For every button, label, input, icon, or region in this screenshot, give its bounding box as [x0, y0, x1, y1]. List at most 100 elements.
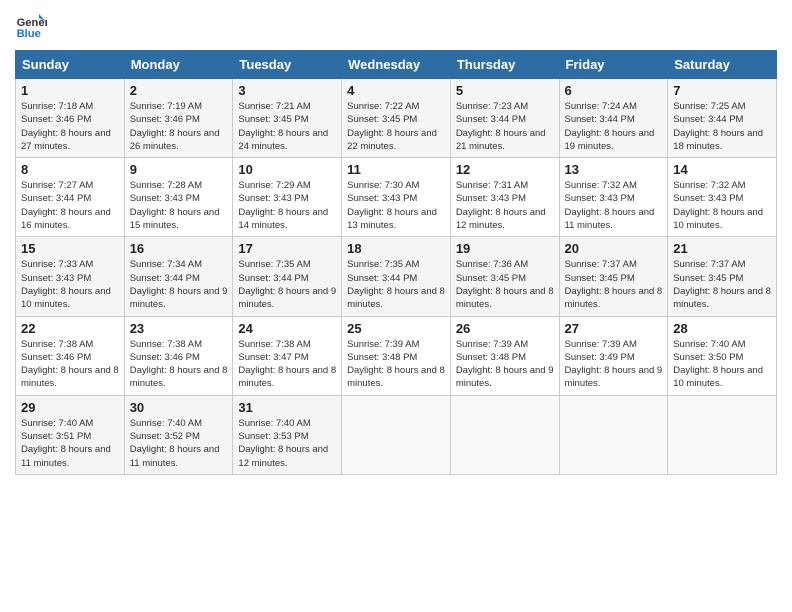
day-info: Sunrise: 7:23 AM Sunset: 3:44 PM Dayligh… [456, 100, 554, 153]
day-number: 24 [238, 321, 336, 336]
weekday-header-tuesday: Tuesday [233, 51, 342, 79]
calendar-week-1: 1 Sunrise: 7:18 AM Sunset: 3:46 PM Dayli… [16, 79, 777, 158]
sunset-label: Sunset: 3:52 PM [130, 431, 200, 442]
sunrise-label: Sunrise: 7:33 AM [21, 259, 93, 270]
daylight-label: Daylight: 8 hours and 11 minutes. [21, 444, 111, 468]
sunset-label: Sunset: 3:45 PM [238, 114, 308, 125]
calendar-cell: 5 Sunrise: 7:23 AM Sunset: 3:44 PM Dayli… [450, 79, 559, 158]
calendar-cell: 27 Sunrise: 7:39 AM Sunset: 3:49 PM Dayl… [559, 316, 668, 395]
sunrise-label: Sunrise: 7:18 AM [21, 101, 93, 112]
day-number: 29 [21, 400, 119, 415]
daylight-label: Daylight: 8 hours and 9 minutes. [238, 286, 336, 310]
sunset-label: Sunset: 3:44 PM [565, 114, 635, 125]
calendar-cell: 23 Sunrise: 7:38 AM Sunset: 3:46 PM Dayl… [124, 316, 233, 395]
daylight-label: Daylight: 8 hours and 27 minutes. [21, 128, 111, 152]
sunset-label: Sunset: 3:45 PM [673, 273, 743, 284]
sunrise-label: Sunrise: 7:35 AM [238, 259, 310, 270]
weekday-header-row: SundayMondayTuesdayWednesdayThursdayFrid… [16, 51, 777, 79]
day-info: Sunrise: 7:28 AM Sunset: 3:43 PM Dayligh… [130, 179, 228, 232]
calendar-week-5: 29 Sunrise: 7:40 AM Sunset: 3:51 PM Dayl… [16, 395, 777, 474]
day-info: Sunrise: 7:30 AM Sunset: 3:43 PM Dayligh… [347, 179, 445, 232]
calendar-cell: 6 Sunrise: 7:24 AM Sunset: 3:44 PM Dayli… [559, 79, 668, 158]
daylight-label: Daylight: 8 hours and 12 minutes. [456, 207, 546, 231]
weekday-header-thursday: Thursday [450, 51, 559, 79]
daylight-label: Daylight: 8 hours and 26 minutes. [130, 128, 220, 152]
sunset-label: Sunset: 3:43 PM [456, 193, 526, 204]
calendar-cell: 15 Sunrise: 7:33 AM Sunset: 3:43 PM Dayl… [16, 237, 125, 316]
calendar-page: General Blue SundayMondayTuesdayWednesda… [0, 0, 792, 612]
day-number: 23 [130, 321, 228, 336]
day-info: Sunrise: 7:39 AM Sunset: 3:48 PM Dayligh… [347, 338, 445, 391]
sunset-label: Sunset: 3:43 PM [238, 193, 308, 204]
day-info: Sunrise: 7:38 AM Sunset: 3:46 PM Dayligh… [130, 338, 228, 391]
day-info: Sunrise: 7:21 AM Sunset: 3:45 PM Dayligh… [238, 100, 336, 153]
sunset-label: Sunset: 3:45 PM [565, 273, 635, 284]
calendar-cell: 1 Sunrise: 7:18 AM Sunset: 3:46 PM Dayli… [16, 79, 125, 158]
sunset-label: Sunset: 3:43 PM [565, 193, 635, 204]
sunset-label: Sunset: 3:44 PM [673, 114, 743, 125]
day-info: Sunrise: 7:22 AM Sunset: 3:45 PM Dayligh… [347, 100, 445, 153]
day-number: 3 [238, 83, 336, 98]
calendar-cell: 4 Sunrise: 7:22 AM Sunset: 3:45 PM Dayli… [342, 79, 451, 158]
sunset-label: Sunset: 3:43 PM [347, 193, 417, 204]
daylight-label: Daylight: 8 hours and 9 minutes. [130, 286, 228, 310]
day-number: 5 [456, 83, 554, 98]
day-info: Sunrise: 7:35 AM Sunset: 3:44 PM Dayligh… [347, 258, 445, 311]
day-number: 1 [21, 83, 119, 98]
day-number: 21 [673, 241, 771, 256]
weekday-header-wednesday: Wednesday [342, 51, 451, 79]
sunset-label: Sunset: 3:46 PM [130, 114, 200, 125]
day-number: 15 [21, 241, 119, 256]
daylight-label: Daylight: 8 hours and 8 minutes. [456, 286, 554, 310]
calendar-week-4: 22 Sunrise: 7:38 AM Sunset: 3:46 PM Dayl… [16, 316, 777, 395]
logo: General Blue [15, 10, 51, 42]
calendar-cell: 20 Sunrise: 7:37 AM Sunset: 3:45 PM Dayl… [559, 237, 668, 316]
calendar-cell: 19 Sunrise: 7:36 AM Sunset: 3:45 PM Dayl… [450, 237, 559, 316]
sunset-label: Sunset: 3:45 PM [347, 114, 417, 125]
day-number: 2 [130, 83, 228, 98]
day-number: 9 [130, 162, 228, 177]
sunset-label: Sunset: 3:44 PM [456, 114, 526, 125]
day-info: Sunrise: 7:40 AM Sunset: 3:52 PM Dayligh… [130, 417, 228, 470]
daylight-label: Daylight: 8 hours and 16 minutes. [21, 207, 111, 231]
sunset-label: Sunset: 3:46 PM [21, 114, 91, 125]
sunset-label: Sunset: 3:48 PM [347, 352, 417, 363]
sunset-label: Sunset: 3:53 PM [238, 431, 308, 442]
calendar-cell: 2 Sunrise: 7:19 AM Sunset: 3:46 PM Dayli… [124, 79, 233, 158]
sunrise-label: Sunrise: 7:32 AM [673, 180, 745, 191]
calendar-cell: 7 Sunrise: 7:25 AM Sunset: 3:44 PM Dayli… [668, 79, 777, 158]
calendar-cell: 17 Sunrise: 7:35 AM Sunset: 3:44 PM Dayl… [233, 237, 342, 316]
daylight-label: Daylight: 8 hours and 22 minutes. [347, 128, 437, 152]
day-info: Sunrise: 7:32 AM Sunset: 3:43 PM Dayligh… [565, 179, 663, 232]
day-number: 14 [673, 162, 771, 177]
weekday-header-saturday: Saturday [668, 51, 777, 79]
day-info: Sunrise: 7:40 AM Sunset: 3:51 PM Dayligh… [21, 417, 119, 470]
day-number: 25 [347, 321, 445, 336]
weekday-header-monday: Monday [124, 51, 233, 79]
calendar-cell [450, 395, 559, 474]
daylight-label: Daylight: 8 hours and 10 minutes. [673, 365, 763, 389]
daylight-label: Daylight: 8 hours and 11 minutes. [565, 207, 655, 231]
sunset-label: Sunset: 3:43 PM [130, 193, 200, 204]
day-number: 19 [456, 241, 554, 256]
calendar-cell [342, 395, 451, 474]
sunrise-label: Sunrise: 7:36 AM [456, 259, 528, 270]
sunrise-label: Sunrise: 7:19 AM [130, 101, 202, 112]
calendar-cell: 21 Sunrise: 7:37 AM Sunset: 3:45 PM Dayl… [668, 237, 777, 316]
day-number: 12 [456, 162, 554, 177]
day-info: Sunrise: 7:25 AM Sunset: 3:44 PM Dayligh… [673, 100, 771, 153]
sunrise-label: Sunrise: 7:31 AM [456, 180, 528, 191]
day-number: 17 [238, 241, 336, 256]
daylight-label: Daylight: 8 hours and 8 minutes. [673, 286, 771, 310]
page-header: General Blue [15, 10, 777, 42]
sunset-label: Sunset: 3:47 PM [238, 352, 308, 363]
calendar-cell: 22 Sunrise: 7:38 AM Sunset: 3:46 PM Dayl… [16, 316, 125, 395]
day-number: 8 [21, 162, 119, 177]
sunrise-label: Sunrise: 7:40 AM [130, 418, 202, 429]
sunrise-label: Sunrise: 7:38 AM [130, 339, 202, 350]
daylight-label: Daylight: 8 hours and 12 minutes. [238, 444, 328, 468]
sunrise-label: Sunrise: 7:38 AM [21, 339, 93, 350]
day-info: Sunrise: 7:33 AM Sunset: 3:43 PM Dayligh… [21, 258, 119, 311]
calendar-cell: 3 Sunrise: 7:21 AM Sunset: 3:45 PM Dayli… [233, 79, 342, 158]
sunrise-label: Sunrise: 7:35 AM [347, 259, 419, 270]
